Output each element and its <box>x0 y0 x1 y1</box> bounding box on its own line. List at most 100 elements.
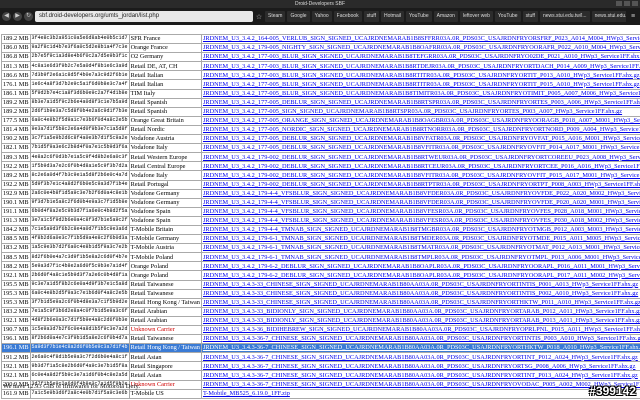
file-cell[interactable]: JRDNEM_U3_3.4.3-33_BIDIONLY_SIGN_SIGNED_… <box>200 306 640 317</box>
file-cell[interactable]: JRDNEM_U3_3.4.2_177-005_BLUR_SIGN_SIGNED… <box>200 88 640 99</box>
firmware-link[interactable]: T-Mobile_MB525_6.19.0_1FF.zip <box>203 390 290 397</box>
file-cell[interactable]: JRDNEM_U3_3.4.2_179-6-1_TMNAB_SIGN_SIGNE… <box>200 234 640 245</box>
firmware-link[interactable]: JRDNEM_U3_3.4.2_164-005_VERLUB_SIGN_SIGN… <box>203 36 640 43</box>
file-cell[interactable]: JRDNEM_U3_3.4.2_177-005_DEBLUR_SIGN_SIGN… <box>200 97 640 108</box>
firmware-link[interactable]: JRDNEM_U3_3.4.2_177-005_BLUR_SIGN_SIGNED… <box>203 81 640 88</box>
file-cell[interactable]: JRDNEM_U3_3.4.2_179-4-4_VFSBLUR_SIGN_SIG… <box>200 215 640 226</box>
firmware-link[interactable]: JRDNEM_U3_3.4.2_177-005_NORDIC_SIGN_SIGN… <box>203 126 640 133</box>
file-cell[interactable]: JRDNEM_U3_3.4.3-36-7_CHINESE_SIGN_SIGNED… <box>200 370 640 381</box>
firmware-link[interactable]: JRDNEM_U3_3.4.2_177-005_ORANGE_SIGN_SIGN… <box>203 117 640 124</box>
bookmark-star-icon[interactable]: ☆ <box>255 13 263 21</box>
file-cell[interactable]: JRDNEM_U3_3.4.3-36-7_CHINESE_SIGN_SIGNED… <box>200 379 640 390</box>
firmware-link[interactable]: JRDNEM_U3_3.4.2_179-6-1_TMNAB_SIGN_SIGNE… <box>203 254 640 261</box>
firmware-link[interactable]: JRDNEM_U3_3.4.2_177-005_BLUR_SIGN_SIGNED… <box>203 90 640 97</box>
file-cell[interactable]: JRDNEM_U3_3.4.2_177-003_BLUR_SIGN_SIGNED… <box>200 70 640 81</box>
file-cell[interactable]: JRDNEM_U3_3.4.2_177-003_BLUR_SIGN_SIGNED… <box>200 61 640 72</box>
firmware-link[interactable]: JRDNEM_U3_3.4.3-33_BIDIONLY_SIGN_SIGNED_… <box>203 317 640 324</box>
firmware-link[interactable]: JRDNEM_U3_3.4.3-33_BIDIONLY_SIGN_SIGNED_… <box>203 308 640 315</box>
firmware-link[interactable]: JRDNEM_U3_3.4.2_177-003_BLUR_SIGN_SIGNED… <box>203 54 640 61</box>
firmware-link[interactable]: JRDNEM_U3_3.4.3-36-7_CHINESE_SIGN_SIGNED… <box>203 336 640 343</box>
firmware-link[interactable]: JRDNEM_U3_3.4.3-36_BIDIHEBREW_SIGN_SIGNE… <box>203 327 640 334</box>
firmware-link[interactable]: JRDNEM_U3_3.4.2_177-005_DEBLUR_SIGN_SIGN… <box>203 99 640 106</box>
bookmark-item[interactable]: stuff <box>363 11 379 22</box>
reload-icon[interactable]: ↻ <box>24 12 33 21</box>
file-cell[interactable]: JRDNEM_U3_3.4.2_179-6-1_TMNAB_SIGN_SIGNE… <box>200 252 640 263</box>
firmware-link[interactable]: JRDNEM_U3_3.4.3-36-7_CHINESE_SIGN_SIGNED… <box>203 345 640 352</box>
firmware-link[interactable]: JRDNEM_U3_3.4.3-36-7_CHINESE_SIGN_SIGNED… <box>203 363 635 370</box>
file-cell[interactable]: JRDNEM_U3_3.4.2_177-005_NORDIC_SIGN_SIGN… <box>200 124 640 136</box>
file-cell[interactable]: JRDNEM_U3_3.4.3-33_CHINESE_SIGN_SIGNED_U… <box>200 288 640 299</box>
file-cell[interactable]: JRDNEM_U3_3.4.2_179-4-4_TMNAB_SIGN_SIGNE… <box>200 224 640 236</box>
file-cell[interactable]: JRDNEM_U3_3.4.2_177-005_ORANGE_SIGN_SIGN… <box>200 115 640 126</box>
firmware-link[interactable]: JRDNEM_U3_3.4.3-33_CHINESE_SIGN_SIGNED_U… <box>203 281 638 288</box>
firmware-link[interactable]: JRDNEM_U3_3.4.2_179-6-2_DEBLUR_SIGN_SIGN… <box>203 272 640 279</box>
file-cell[interactable]: JRDNEM_U3_3.4.2_179-6-2_DEBLUR_SIGN_SIGN… <box>200 261 640 272</box>
bookmark-item[interactable]: news.stui.edu.tw/l... <box>539 11 590 22</box>
file-cell[interactable]: JRDNEM_U3_3.4.3-36-7_CHINESE_SIGN_SIGNED… <box>200 343 640 354</box>
firmware-link[interactable]: JRDNEM_U3_3.4.2_177-005_SIGN_SIGNED_UCAJ… <box>203 108 622 115</box>
file-cell[interactable]: T-Mobile_MB525_6.19.0_1FF.zip <box>200 388 640 399</box>
file-cell[interactable]: JRDNEM_U3_3.4.3-36-7_CHINESE_SIGN_SIGNED… <box>200 361 640 372</box>
file-cell[interactable]: JRDNEM_U3_3.4.3-33_BIDIONLY_SIGN_SIGNED_… <box>200 315 640 327</box>
bookmark-item[interactable]: Google <box>287 11 310 22</box>
file-cell[interactable]: JRDNEM_U3_3.4.2_179-002_DEBLUR_SIGN_SIGN… <box>200 179 640 190</box>
firmware-link[interactable]: JRDNEM_U3_3.4.2_179-6-1_TMNAB_SIGN_SIGNE… <box>203 236 640 243</box>
file-cell[interactable]: JRDNEM_U3_3.4.2_179-4-4_VFSBLUR_SIGN_SIG… <box>200 188 640 199</box>
file-cell[interactable]: JRDNEM_U3_3.4.2_177-005_SIGN_SIGNED_UCAJ… <box>200 106 640 117</box>
firmware-link[interactable]: JRDNEM_U3_3.4.2_179-4-4_TMNAB_SIGN_SIGNE… <box>203 226 640 233</box>
firmware-link[interactable]: JRDNEM_U3_3.4.3-33_CHINESE_SIGN_SIGNED_U… <box>203 290 638 297</box>
file-cell[interactable]: JRDNEM_U3_3.4.2_177-003_BLUR_SIGN_SIGNED… <box>200 52 640 63</box>
bookmark-item[interactable]: Yahoo <box>311 11 332 22</box>
file-cell[interactable]: JRDNEM_U3_3.4.2_179-002_DEBLUR_SIGN_SIGN… <box>200 152 640 163</box>
address-bar[interactable]: sbf.droid-developers.org/umts_jordan/lis… <box>35 11 253 22</box>
file-cell[interactable]: JRDNEM_U3_3.4.2_164-005_VERLUB_SIGN_SIGN… <box>200 33 640 45</box>
close-button[interactable] <box>632 1 638 6</box>
firmware-link[interactable]: JRDNEM_U3_3.4.2_179-005_NIGHTY_SIGN_SIGN… <box>203 45 640 52</box>
firmware-link[interactable]: JRDNEM_U3_3.4.2_179-4-4_VFSBLUR_SIGN_SIG… <box>203 217 640 224</box>
bookmark-item[interactable]: leftover web <box>459 11 493 22</box>
bookmark-item[interactable]: Amazon <box>433 11 458 22</box>
file-cell[interactable]: JRDNEM_U3_3.4.2_177-005_BLUR_SIGN_SIGNED… <box>200 79 640 90</box>
bookmark-item[interactable]: Hotmail <box>381 11 404 22</box>
firmware-link[interactable]: JRDNEM_U3_3.4.2_179-002_DEBLUR_SIGN_SIGN… <box>203 172 640 179</box>
file-cell[interactable]: JRDNEM_U3_3.4.3-33_CHINESE_SIGN_SIGNED_U… <box>200 297 640 308</box>
bookmark-item[interactable]: Steam <box>265 11 286 22</box>
file-cell[interactable]: JRDNEM_U3_3.4.2_179-002_DEBLUR_SIGN_SIGN… <box>200 170 640 181</box>
file-cell[interactable]: JRDNEM_U3_3.4.2_179-002_DEBLUR_SIGN_SIGN… <box>200 161 640 172</box>
file-cell[interactable]: JRDNEM_U3_3.4.3-33_CHINESE_SIGN_SIGNED_U… <box>200 279 640 290</box>
file-cell[interactable]: JRDNEM_U3_3.4.2_179-4-4_VFSBLUR_SIGN_SIG… <box>200 197 640 208</box>
file-cell[interactable]: JRDNEM_U3_3.4.2_177-005_DEBLUR_SIGN_SIGN… <box>200 134 640 145</box>
file-cell[interactable]: JRDNEM_U3_3.4.2_179-005_NIGHTY_SIGN_SIGN… <box>200 43 640 54</box>
file-cell[interactable]: JRDNEM_U3_3.4.3-36-7_CHINESE_SIGN_SIGNED… <box>200 352 640 363</box>
firmware-link[interactable]: JRDNEM_U3_3.4.2_179-002_DEBLUR_SIGN_SIGN… <box>203 163 640 170</box>
bookmark-item[interactable]: stuff <box>522 11 538 22</box>
file-cell[interactable]: JRDNEM_U3_3.4.2_179-4-4_VFSBLUR_SIGN_SIG… <box>200 206 640 217</box>
firmware-link[interactable]: JRDNEM_U3_3.4.3-36-7_CHINESE_SIGN_SIGNED… <box>203 372 638 379</box>
file-cell[interactable]: JRDNEM_U3_3.4.3-36-7_CHINESE_SIGN_SIGNED… <box>200 334 640 345</box>
firmware-link[interactable]: JRDNEM_U3_3.4.2_177-003_BLUR_SIGN_SIGNED… <box>203 63 640 70</box>
firmware-link[interactable]: JRDNEM_U3_3.4.2_179-6-2_DEBLUR_SIGN_SIGN… <box>203 263 640 270</box>
bookmark-item[interactable]: YouTube <box>405 11 432 22</box>
file-cell[interactable]: JRDNEM_U3_3.4.2_177-005_DEBLUR_SIGN_SIGN… <box>200 143 640 154</box>
firmware-link[interactable]: JRDNEM_U3_3.4.2_179-6-1_TMNAB_SIGN_SIGNE… <box>203 245 640 252</box>
maximize-button[interactable] <box>624 1 630 6</box>
firmware-link[interactable]: JRDNEM_U3_3.4.2_179-4-4_VFSBLUR_SIGN_SIG… <box>203 199 640 206</box>
firmware-link[interactable]: JRDNEM_U3_3.4.3-36-7_CHINESE_SIGN_SIGNED… <box>203 354 638 361</box>
bookmark-item[interactable]: news.stui.edu.tw/l... <box>591 11 626 22</box>
bookmark-item[interactable]: YouTube <box>494 11 521 22</box>
minimize-button[interactable] <box>616 1 622 6</box>
firmware-link[interactable]: JRDNEM_U3_3.4.2_177-003_BLUR_SIGN_SIGNED… <box>203 72 640 79</box>
bookmark-item[interactable]: Facebook <box>333 11 362 22</box>
firmware-link[interactable]: JRDNEM_U3_3.4.3-33_CHINESE_SIGN_SIGNED_U… <box>203 299 640 306</box>
firmware-link[interactable]: JRDNEM_U3_3.4.2_179-002_DEBLUR_SIGN_SIGN… <box>203 154 640 161</box>
back-icon[interactable]: ◀ <box>2 12 11 21</box>
file-cell[interactable]: JRDNEM_U3_3.4.3-36_BIDIHEBREW_SIGN_SIGNE… <box>200 324 640 336</box>
firmware-link[interactable]: JRDNEM_U3_3.4.3-36-7_CHINESE_SIGN_SIGNED… <box>203 381 640 388</box>
file-cell[interactable]: JRDNEM_U3_3.4.2_179-6-2_DEBLUR_SIGN_SIGN… <box>200 270 640 281</box>
firmware-link[interactable]: JRDNEM_U3_3.4.2_179-002_DEBLUR_SIGN_SIGN… <box>203 181 640 188</box>
file-cell[interactable]: JRDNEM_U3_3.4.2_179-6-1_TMNAB_SIGN_SIGNE… <box>200 243 640 254</box>
firmware-link[interactable]: JRDNEM_U3_3.4.2_179-4-4_VFSBLUR_SIGN_SIG… <box>203 190 640 197</box>
firmware-link[interactable]: JRDNEM_U3_3.4.2_179-4-4_VFSBLUR_SIGN_SIG… <box>203 208 640 215</box>
forward-icon[interactable]: ▶ <box>13 12 22 21</box>
firmware-link[interactable]: JRDNEM_U3_3.4.2_177-005_DEBLUR_SIGN_SIGN… <box>203 136 640 143</box>
